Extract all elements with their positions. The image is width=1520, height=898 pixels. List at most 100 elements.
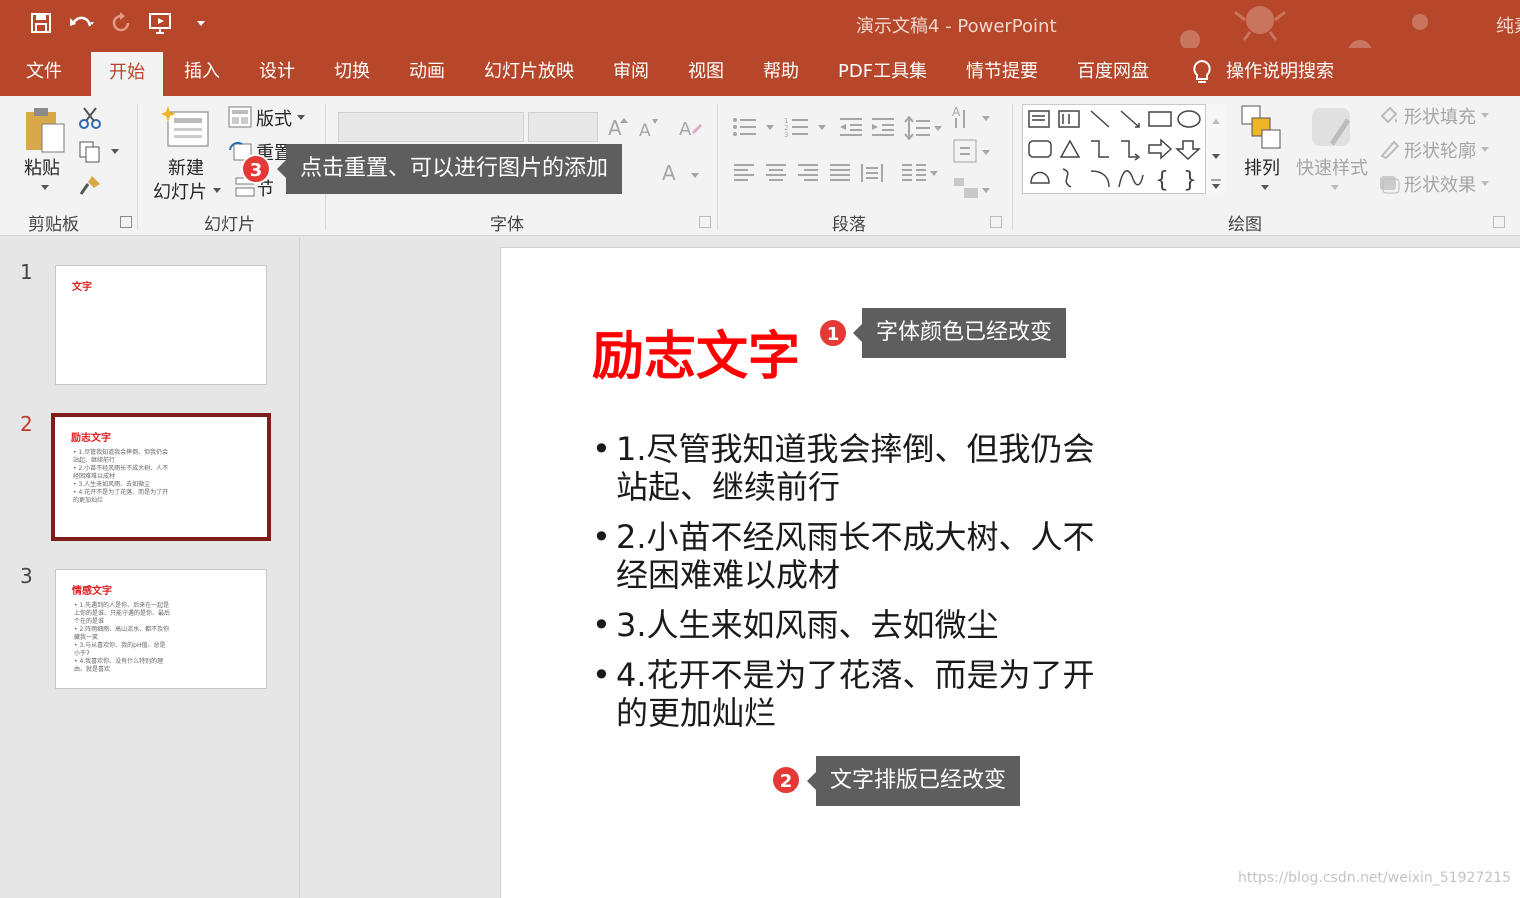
slide-body[interactable]: 1.尽管我知道我会摔倒、但我仍会站起、继续前行 2.小苗不经风雨长不成大树、人不… <box>592 430 1102 744</box>
window-title: 演示文稿4 - PowerPoint <box>856 16 1057 37</box>
font-color-icon[interactable]: A <box>660 160 684 184</box>
font-color-dropdown-icon[interactable] <box>690 172 700 180</box>
undo-icon[interactable] <box>68 10 94 36</box>
quick-styles-label[interactable]: 快速样式 <box>1296 154 1368 180</box>
align-left-icon[interactable] <box>732 162 756 184</box>
clipboard-launcher-icon[interactable] <box>120 216 132 228</box>
svg-text:A: A <box>639 121 651 138</box>
shape-effects-label[interactable]: 形状效果 <box>1404 171 1476 197</box>
copy-icon[interactable] <box>78 140 102 164</box>
decrease-font-size-icon[interactable]: A <box>638 116 660 138</box>
shape-effects-icon[interactable] <box>1378 172 1400 194</box>
quick-styles-icon[interactable] <box>1310 106 1356 152</box>
group-separator <box>137 104 138 230</box>
tab-view[interactable]: 视图 <box>688 48 724 96</box>
tab-help[interactable]: 帮助 <box>763 48 799 96</box>
paragraph-group-label: 段落 <box>832 215 866 235</box>
new-slide-label-2[interactable]: 幻灯片 <box>153 178 207 204</box>
shape-outline-icon[interactable] <box>1378 138 1400 160</box>
numbering-icon[interactable]: 123 <box>784 116 828 138</box>
tell-me-search[interactable]: 操作说明搜索 <box>1190 48 1334 96</box>
save-icon[interactable] <box>28 10 54 36</box>
svg-text:A: A <box>679 119 692 140</box>
tab-design[interactable]: 设计 <box>259 48 295 96</box>
text-direction-icon[interactable]: A <box>952 104 992 130</box>
paste-icon[interactable] <box>22 106 68 154</box>
new-slide-dropdown-icon[interactable] <box>212 187 222 195</box>
paste-dropdown-icon[interactable] <box>40 184 50 192</box>
shape-outline-dropdown-icon[interactable] <box>1480 146 1490 154</box>
customize-qat-icon[interactable] <box>188 10 214 36</box>
layout-label[interactable]: 版式 <box>256 105 292 131</box>
font-name-combo[interactable] <box>338 112 524 142</box>
svg-text:}: } <box>1183 168 1197 193</box>
font-size-combo[interactable] <box>528 112 598 142</box>
tab-animations[interactable]: 动画 <box>409 48 445 96</box>
line-spacing-icon[interactable] <box>904 116 944 140</box>
thumbnail-body: • 1.尽管我知道我会摔倒、但我仍会站起、继续前行 • 2.小苗不经风雨长不成大… <box>73 449 169 505</box>
justify-icon[interactable] <box>828 162 852 184</box>
slide-thumbnail-2[interactable]: 励志文字 • 1.尽管我知道我会摔倒、但我仍会站起、继续前行 • 2.小苗不经风… <box>51 413 271 541</box>
shape-effects-dropdown-icon[interactable] <box>1480 180 1490 188</box>
align-center-icon[interactable] <box>764 162 788 184</box>
tab-review[interactable]: 审阅 <box>613 48 649 96</box>
copy-dropdown-icon[interactable] <box>110 148 120 156</box>
bullet-item[interactable]: 2.小苗不经风雨长不成大树、人不经困难难以成材 <box>592 518 1102 594</box>
shapes-gallery[interactable]: { } <box>1022 104 1226 194</box>
columns-icon[interactable] <box>900 162 940 184</box>
layout-icon[interactable] <box>228 106 252 128</box>
tab-pdf-tools[interactable]: PDF工具集 <box>838 48 927 96</box>
shape-outline-label[interactable]: 形状轮廓 <box>1404 137 1476 163</box>
watermark: https://blog.csdn.net/weixin_51927215 <box>1238 870 1512 886</box>
align-text-icon[interactable] <box>952 138 992 164</box>
shape-fill-label[interactable]: 形状填充 <box>1404 103 1476 129</box>
paragraph-launcher-icon[interactable] <box>990 216 1002 228</box>
increase-indent-icon[interactable] <box>870 116 896 138</box>
convert-smartart-icon[interactable] <box>952 176 992 202</box>
thumbnail-title: 励志文字 <box>71 433 111 444</box>
shapes-gallery-scroll[interactable] <box>1205 104 1226 194</box>
bullet-item[interactable]: 1.尽管我知道我会摔倒、但我仍会站起、继续前行 <box>592 430 1102 506</box>
callout-badge-3: 3 <box>241 154 271 184</box>
shape-fill-icon[interactable] <box>1378 104 1400 126</box>
tab-transitions[interactable]: 切换 <box>334 48 370 96</box>
layout-dropdown-icon[interactable] <box>296 114 306 122</box>
distributed-icon[interactable] <box>860 162 884 184</box>
align-right-icon[interactable] <box>796 162 820 184</box>
increase-font-size-icon[interactable]: A <box>606 114 630 138</box>
shape-fill-dropdown-icon[interactable] <box>1480 112 1490 120</box>
arrange-dropdown-icon[interactable] <box>1260 184 1270 192</box>
svg-text:A: A <box>952 105 961 119</box>
arrange-label[interactable]: 排列 <box>1244 154 1280 180</box>
slide-title[interactable]: 励志文字 <box>592 314 800 389</box>
new-slide-icon[interactable] <box>162 104 212 150</box>
format-painter-icon[interactable] <box>78 174 102 198</box>
quick-styles-dropdown-icon[interactable] <box>1330 184 1340 192</box>
shapes-gallery-items[interactable]: { } <box>1023 105 1205 193</box>
bullets-icon[interactable] <box>732 116 776 138</box>
slide-thumbnail-1[interactable]: 文字 <box>55 265 267 385</box>
bullet-item[interactable]: 3.人生来如风雨、去如微尘 <box>592 606 1102 644</box>
paste-label[interactable]: 粘贴 <box>24 154 60 180</box>
clear-formatting-icon[interactable]: A <box>678 116 702 140</box>
bullet-item[interactable]: 4.花开不是为了花落、而是为了开的更加灿烂 <box>592 656 1102 732</box>
tab-baidu-netdisk[interactable]: 百度网盘 <box>1077 48 1149 96</box>
tab-insert[interactable]: 插入 <box>184 48 220 96</box>
decrease-indent-icon[interactable] <box>838 116 864 138</box>
cut-icon[interactable] <box>78 106 102 130</box>
tab-slide-show[interactable]: 幻灯片放映 <box>484 48 574 96</box>
slides-group-label: 幻灯片 <box>204 215 255 235</box>
arrange-icon[interactable] <box>1240 104 1284 150</box>
redo-icon[interactable] <box>108 10 134 36</box>
font-launcher-icon[interactable] <box>699 216 711 228</box>
user-name[interactable]: 纯素 <box>1496 12 1520 38</box>
new-slide-label-1[interactable]: 新建 <box>168 154 204 180</box>
thumbnail-line: • 2.小苗不经风雨长不成大树、人不经困难难以成材 <box>73 465 169 480</box>
tab-home[interactable]: 开始 <box>91 52 163 96</box>
tab-storyboard[interactable]: 情节提要 <box>966 48 1038 96</box>
slide-thumbnail-3[interactable]: 情感文字 • 1.先遇到的人是你、后来在一起是上你的是谁、只能守遇的是你、最后个… <box>55 569 267 689</box>
tab-file[interactable]: 文件 <box>26 48 62 96</box>
svg-text:A: A <box>662 161 676 184</box>
presentation-icon[interactable] <box>148 10 174 36</box>
drawing-launcher-icon[interactable] <box>1493 216 1505 228</box>
